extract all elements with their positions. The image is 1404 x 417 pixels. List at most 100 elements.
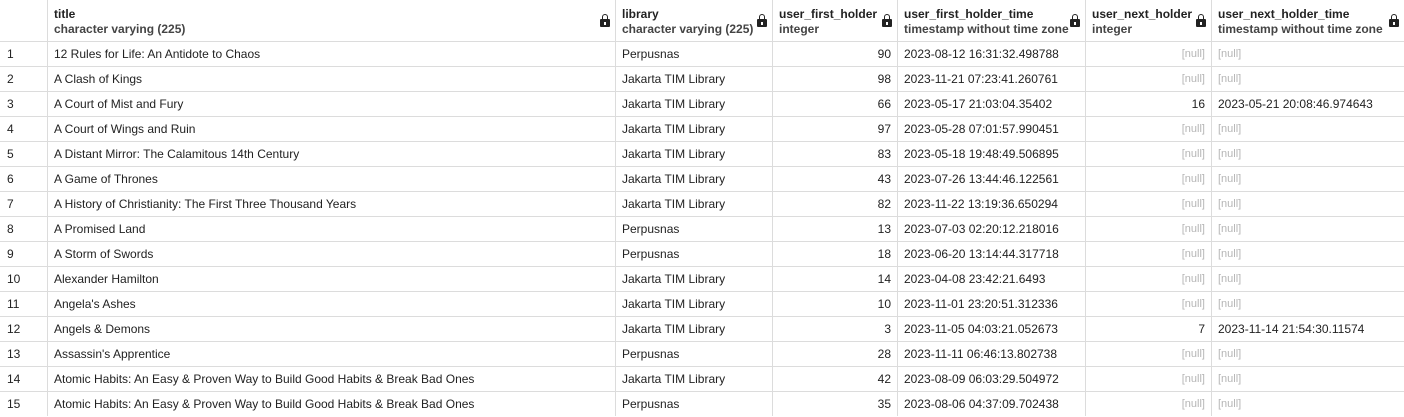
cell-user-first-holder-time[interactable]: 2023-08-09 06:03:29.504972	[897, 366, 1086, 392]
cell-library[interactable]: Perpusnas	[615, 391, 773, 417]
table-row[interactable]: 5A Distant Mirror: The Calamitous 14th C…	[0, 141, 1404, 167]
cell-user-first-holder[interactable]: 35	[772, 391, 898, 417]
cell-user-next-holder-time[interactable]: [null]	[1211, 291, 1404, 317]
cell-library[interactable]: Jakarta TIM Library	[615, 91, 773, 117]
cell-user-next-holder-time[interactable]: [null]	[1211, 216, 1404, 242]
cell-row-number[interactable]: 13	[0, 341, 48, 367]
cell-user-next-holder[interactable]: 7	[1085, 316, 1212, 342]
cell-user-next-holder-time[interactable]: [null]	[1211, 141, 1404, 167]
cell-library[interactable]: Perpusnas	[615, 341, 773, 367]
cell-user-next-holder-time[interactable]: 2023-05-21 20:08:46.974643	[1211, 91, 1404, 117]
cell-title[interactable]: Assassin's Apprentice	[47, 341, 616, 367]
table-row[interactable]: 11 Angela's Ashes Jakarta TIM Library 10 202…	[0, 291, 1404, 317]
cell-user-first-holder[interactable]: 66	[772, 91, 898, 117]
cell-user-next-holder-time[interactable]: [null]	[1211, 66, 1404, 92]
cell-library[interactable]: Jakarta TIM Library	[615, 266, 773, 292]
cell-user-next-holder-time[interactable]: [null]	[1211, 166, 1404, 192]
cell-user-next-holder-time[interactable]: 2023-11-14 21:54:30.11574	[1211, 316, 1404, 342]
cell-row-number[interactable]: 1	[0, 41, 48, 67]
cell-row-number[interactable]: 12	[0, 316, 48, 342]
cell-row-number[interactable]: 5	[0, 141, 48, 167]
column-header-user-next-holder[interactable]: user_next_holder integer	[1085, 0, 1212, 42]
cell-user-next-holder-time[interactable]: [null]	[1211, 241, 1404, 267]
cell-user-next-holder-time[interactable]: [null]	[1211, 266, 1404, 292]
table-row[interactable]: 8A Promised Land Perpusnas 13 2023-07-03 02…	[0, 216, 1404, 242]
cell-title[interactable]: 12 Rules for Life: An Antidote to Chaos	[47, 41, 616, 67]
cell-row-number[interactable]: 2	[0, 66, 48, 92]
table-row[interactable]: 12 Angels & Demons Jakarta TIM Library 3 202…	[0, 316, 1404, 342]
cell-user-first-holder[interactable]: 90	[772, 41, 898, 67]
cell-user-first-holder[interactable]: 97	[772, 116, 898, 142]
cell-title[interactable]: A Court of Wings and Ruin	[47, 116, 616, 142]
cell-user-next-holder[interactable]: [null]	[1085, 291, 1212, 317]
table-row[interactable]: 4A Court of Wings and Ruin Jakarta TIM Li…	[0, 116, 1404, 142]
row-number-header[interactable]	[0, 0, 48, 42]
cell-title[interactable]: A Distant Mirror: The Calamitous 14th Ce…	[47, 141, 616, 167]
cell-title[interactable]: A Game of Thrones	[47, 166, 616, 192]
cell-user-first-holder[interactable]: 83	[772, 141, 898, 167]
cell-user-next-holder-time[interactable]: [null]	[1211, 341, 1404, 367]
cell-user-first-holder[interactable]: 18	[772, 241, 898, 267]
table-row[interactable]: 10 Alexander Hamilton Jakarta TIM Library 1…	[0, 266, 1404, 292]
cell-title[interactable]: A Promised Land	[47, 216, 616, 242]
table-row[interactable]: 1 12 Rules for Life: An Antidote to Chaos…	[0, 41, 1404, 67]
cell-row-number[interactable]: 15	[0, 391, 48, 417]
cell-library[interactable]: Jakarta TIM Library	[615, 291, 773, 317]
column-header-title[interactable]: title character varying (225)	[47, 0, 616, 42]
cell-row-number[interactable]: 6	[0, 166, 48, 192]
cell-user-next-holder-time[interactable]: [null]	[1211, 191, 1404, 217]
cell-user-first-holder[interactable]: 3	[772, 316, 898, 342]
table-row[interactable]: 13 Assassin's Apprentice Perpusnas 28 2023-1…	[0, 341, 1404, 367]
cell-title[interactable]: A History of Christianity: The First Thr…	[47, 191, 616, 217]
cell-user-next-holder[interactable]: [null]	[1085, 41, 1212, 67]
table-row[interactable]: 9A Storm of Swords Perpusnas 18 2023-06-20 …	[0, 241, 1404, 267]
cell-user-first-holder-time[interactable]: 2023-05-18 19:48:49.506895	[897, 141, 1086, 167]
cell-user-first-holder-time[interactable]: 2023-11-01 23:20:51.312336	[897, 291, 1086, 317]
cell-user-first-holder[interactable]: 14	[772, 266, 898, 292]
cell-user-first-holder-time[interactable]: 2023-08-06 04:37:09.702438	[897, 391, 1086, 417]
cell-user-first-holder-time[interactable]: 2023-05-17 21:03:04.35402	[897, 91, 1086, 117]
cell-user-next-holder[interactable]: [null]	[1085, 191, 1212, 217]
cell-user-next-holder[interactable]: [null]	[1085, 116, 1212, 142]
cell-row-number[interactable]: 4	[0, 116, 48, 142]
cell-user-first-holder[interactable]: 28	[772, 341, 898, 367]
cell-row-number[interactable]: 11	[0, 291, 48, 317]
column-header-library[interactable]: library character varying (225)	[615, 0, 773, 42]
cell-user-next-holder[interactable]: [null]	[1085, 66, 1212, 92]
column-header-user-first-holder[interactable]: user_first_holder integer	[772, 0, 898, 42]
cell-user-next-holder[interactable]: [null]	[1085, 366, 1212, 392]
cell-user-first-holder-time[interactable]: 2023-11-22 13:19:36.650294	[897, 191, 1086, 217]
cell-user-first-holder-time[interactable]: 2023-05-28 07:01:57.990451	[897, 116, 1086, 142]
table-row[interactable]: 2A Clash of Kings Jakarta TIM Library 98 20…	[0, 66, 1404, 92]
cell-user-first-holder-time[interactable]: 2023-11-05 04:03:21.052673	[897, 316, 1086, 342]
cell-library[interactable]: Jakarta TIM Library	[615, 366, 773, 392]
cell-library[interactable]: Perpusnas	[615, 241, 773, 267]
cell-library[interactable]: Jakarta TIM Library	[615, 166, 773, 192]
cell-user-next-holder-time[interactable]: [null]	[1211, 366, 1404, 392]
cell-title[interactable]: Angels & Demons	[47, 316, 616, 342]
cell-user-first-holder-time[interactable]: 2023-11-21 07:23:41.260761	[897, 66, 1086, 92]
cell-user-next-holder-time[interactable]: [null]	[1211, 391, 1404, 417]
cell-row-number[interactable]: 3	[0, 91, 48, 117]
cell-row-number[interactable]: 14	[0, 366, 48, 392]
cell-user-first-holder[interactable]: 13	[772, 216, 898, 242]
cell-library[interactable]: Perpusnas	[615, 216, 773, 242]
cell-user-first-holder-time[interactable]: 2023-07-26 13:44:46.122561	[897, 166, 1086, 192]
cell-user-first-holder[interactable]: 98	[772, 66, 898, 92]
cell-library[interactable]: Jakarta TIM Library	[615, 316, 773, 342]
table-row[interactable]: 6A Game of Thrones Jakarta TIM Library 43 2…	[0, 166, 1404, 192]
cell-row-number[interactable]: 10	[0, 266, 48, 292]
cell-user-next-holder[interactable]: [null]	[1085, 216, 1212, 242]
cell-user-first-holder[interactable]: 10	[772, 291, 898, 317]
cell-user-next-holder[interactable]: [null]	[1085, 166, 1212, 192]
cell-user-first-holder-time[interactable]: 2023-11-11 06:46:13.802738	[897, 341, 1086, 367]
table-row[interactable]: 7A History of Christianity: The First Th…	[0, 191, 1404, 217]
cell-title[interactable]: A Clash of Kings	[47, 66, 616, 92]
cell-library[interactable]: Jakarta TIM Library	[615, 191, 773, 217]
cell-user-next-holder[interactable]: [null]	[1085, 241, 1212, 267]
cell-user-first-holder-time[interactable]: 2023-06-20 13:14:44.317718	[897, 241, 1086, 267]
cell-row-number[interactable]: 7	[0, 191, 48, 217]
cell-title[interactable]: A Court of Mist and Fury	[47, 91, 616, 117]
cell-user-next-holder[interactable]: [null]	[1085, 266, 1212, 292]
cell-row-number[interactable]: 8	[0, 216, 48, 242]
